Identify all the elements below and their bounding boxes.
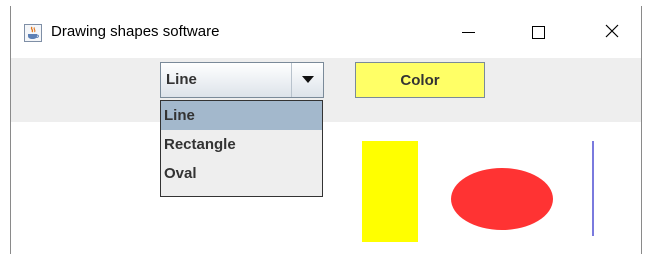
- shape-dropdown-list[interactable]: Line Rectangle Oval: [160, 100, 323, 197]
- shape-rectangle: [362, 141, 418, 242]
- close-icon: [605, 23, 619, 42]
- minimize-icon: [461, 31, 475, 33]
- minimize-button[interactable]: [445, 6, 491, 58]
- shape-select[interactable]: Line: [160, 62, 324, 98]
- maximize-button[interactable]: [515, 6, 561, 58]
- canvas-shapes: [362, 141, 594, 242]
- toolbar: Line Color: [11, 58, 641, 122]
- java-coffee-icon: [24, 24, 42, 42]
- color-button[interactable]: Color: [355, 62, 485, 98]
- dropdown-item-line[interactable]: Line: [161, 101, 322, 130]
- title-bar[interactable]: Drawing shapes software: [11, 6, 641, 58]
- maximize-icon: [531, 25, 545, 39]
- dropdown-item-rectangle[interactable]: Rectangle: [161, 130, 322, 159]
- window-title: Drawing shapes software: [51, 23, 220, 40]
- app-window: Drawing shapes software Line Color Line …: [10, 6, 642, 254]
- dropdown-item-oval[interactable]: Oval: [161, 159, 322, 188]
- chevron-down-icon[interactable]: [291, 63, 323, 97]
- shape-select-value: Line: [166, 71, 197, 88]
- drawing-canvas[interactable]: [11, 122, 641, 254]
- close-button[interactable]: [589, 6, 635, 58]
- shape-oval: [451, 168, 553, 230]
